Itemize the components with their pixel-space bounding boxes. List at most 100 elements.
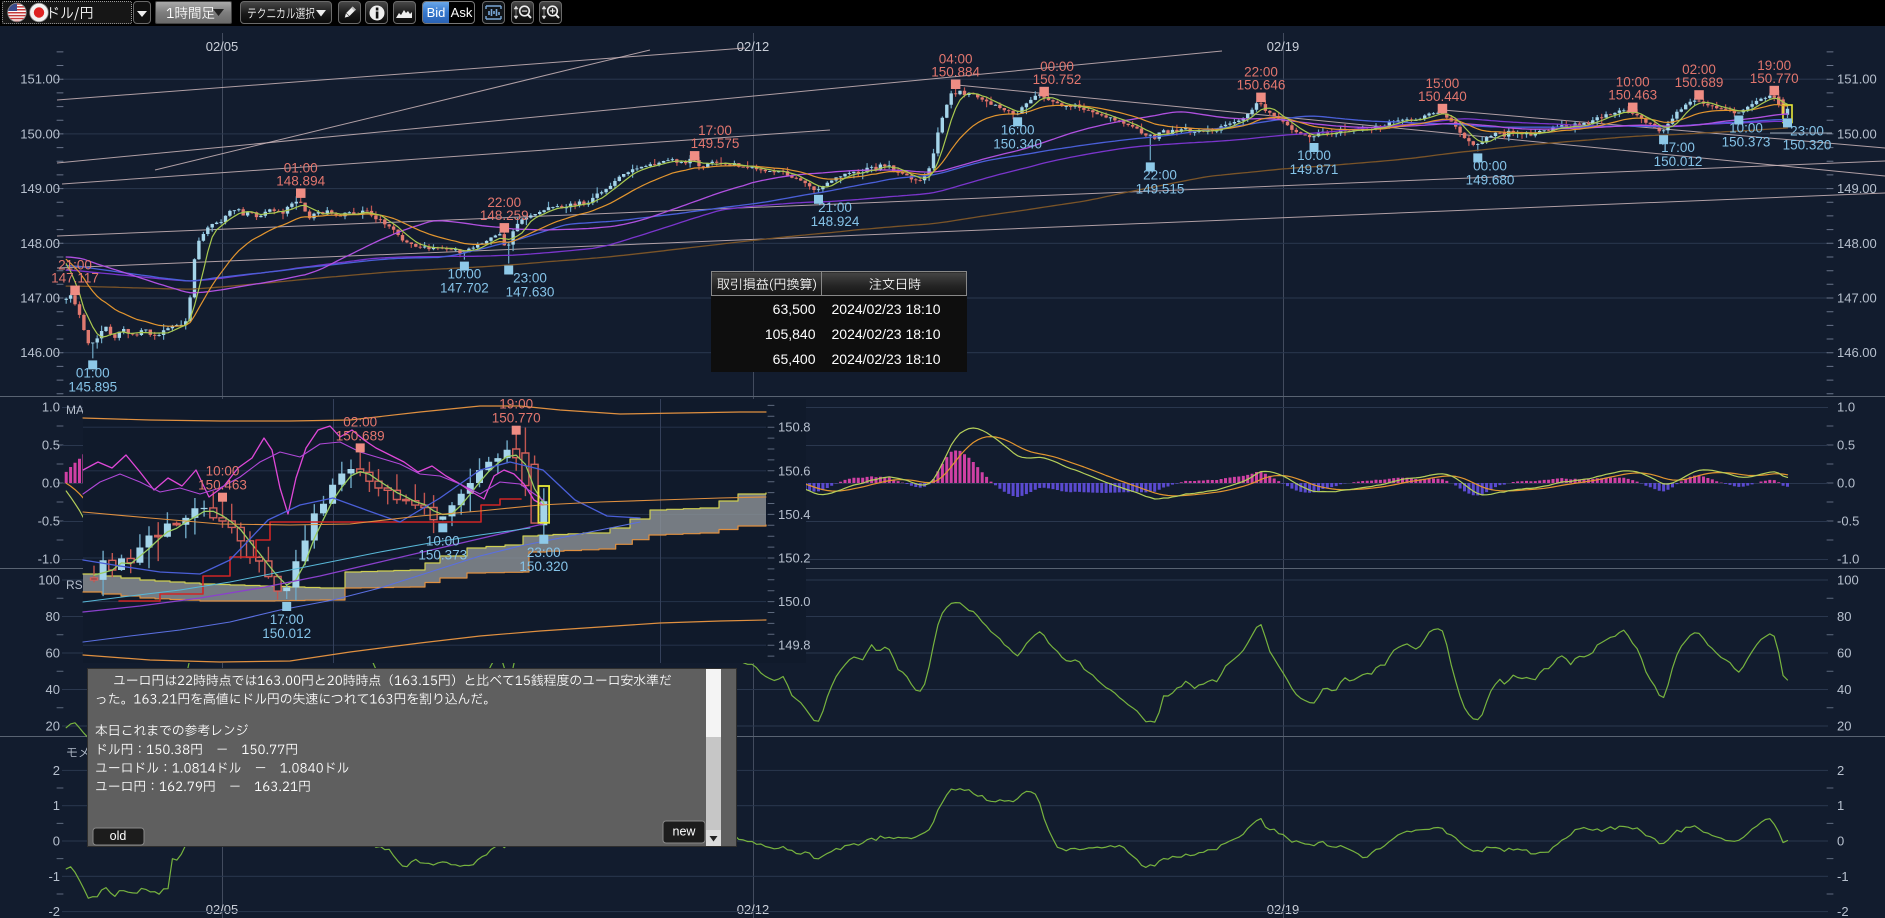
svg-text:02/12: 02/12 bbox=[737, 902, 770, 917]
svg-text:80: 80 bbox=[46, 609, 60, 624]
svg-text:150.463: 150.463 bbox=[198, 478, 247, 493]
svg-text:150.440: 150.440 bbox=[1418, 89, 1467, 104]
svg-text:-1.0: -1.0 bbox=[1837, 552, 1859, 567]
svg-text:151.00: 151.00 bbox=[20, 72, 60, 87]
svg-text:147.00: 147.00 bbox=[20, 291, 60, 306]
svg-text:-1: -1 bbox=[1837, 869, 1849, 884]
svg-text:16:00: 16:00 bbox=[1001, 122, 1035, 137]
svg-text:02/05: 02/05 bbox=[206, 39, 239, 54]
svg-text:150.4: 150.4 bbox=[778, 507, 811, 522]
svg-text:147.630: 147.630 bbox=[506, 285, 555, 300]
svg-text:-0.5: -0.5 bbox=[1837, 514, 1859, 529]
svg-text:02:00: 02:00 bbox=[343, 414, 377, 429]
svg-text:-2: -2 bbox=[48, 904, 60, 918]
svg-text:17:00: 17:00 bbox=[270, 612, 304, 627]
svg-text:-0.5: -0.5 bbox=[38, 514, 60, 529]
svg-text:150.00: 150.00 bbox=[20, 126, 60, 141]
svg-text:150.320: 150.320 bbox=[519, 559, 568, 574]
svg-text:0.0: 0.0 bbox=[42, 476, 60, 491]
svg-text:150.373: 150.373 bbox=[418, 547, 467, 562]
svg-text:147.702: 147.702 bbox=[440, 281, 489, 296]
svg-text:+: + bbox=[550, 7, 556, 18]
svg-text:old: old bbox=[110, 829, 127, 843]
svg-text:150.00: 150.00 bbox=[1837, 126, 1877, 141]
svg-text:150.012: 150.012 bbox=[262, 626, 311, 641]
svg-text:0.0: 0.0 bbox=[1837, 476, 1855, 491]
svg-text:150.752: 150.752 bbox=[1033, 72, 1082, 87]
svg-text:02/19: 02/19 bbox=[1267, 39, 1300, 54]
svg-text:22:00: 22:00 bbox=[1143, 167, 1177, 182]
svg-text:150.6: 150.6 bbox=[778, 463, 811, 478]
svg-text:0: 0 bbox=[53, 834, 60, 849]
svg-text:150.770: 150.770 bbox=[1750, 71, 1799, 86]
svg-text:02/12: 02/12 bbox=[737, 39, 770, 54]
svg-text:149.515: 149.515 bbox=[1136, 181, 1185, 196]
svg-text:148.259: 148.259 bbox=[480, 208, 529, 223]
svg-text:10:00: 10:00 bbox=[448, 267, 482, 282]
svg-text:149.8: 149.8 bbox=[778, 638, 811, 653]
svg-text:20: 20 bbox=[46, 719, 60, 734]
svg-text:146.00: 146.00 bbox=[1837, 345, 1877, 360]
svg-text:146.00: 146.00 bbox=[20, 345, 60, 360]
svg-text:-1: -1 bbox=[48, 869, 60, 884]
svg-text:148.00: 148.00 bbox=[1837, 236, 1877, 251]
svg-text:10:00: 10:00 bbox=[1729, 121, 1763, 136]
svg-text:−: − bbox=[522, 7, 528, 18]
svg-text:150.012: 150.012 bbox=[1654, 154, 1703, 169]
svg-text:150.2: 150.2 bbox=[778, 551, 811, 566]
svg-text:01:00: 01:00 bbox=[76, 365, 110, 380]
svg-text:10:00: 10:00 bbox=[1297, 148, 1331, 163]
svg-text:60: 60 bbox=[46, 646, 60, 661]
svg-text:60: 60 bbox=[1837, 646, 1851, 661]
svg-text:150.373: 150.373 bbox=[1722, 135, 1771, 150]
svg-text:150.463: 150.463 bbox=[1608, 88, 1657, 103]
svg-text:150.646: 150.646 bbox=[1237, 78, 1286, 93]
svg-text:1.0: 1.0 bbox=[1837, 400, 1855, 415]
svg-text:150.340: 150.340 bbox=[993, 136, 1042, 151]
svg-text:151.00: 151.00 bbox=[1837, 72, 1877, 87]
svg-text:-2: -2 bbox=[1837, 904, 1849, 918]
svg-text:-1.0: -1.0 bbox=[38, 552, 60, 567]
svg-text:150.8: 150.8 bbox=[778, 420, 811, 435]
svg-text:00:00: 00:00 bbox=[1473, 158, 1507, 173]
svg-text:148.00: 148.00 bbox=[20, 236, 60, 251]
svg-text:23:00: 23:00 bbox=[527, 545, 561, 560]
svg-text:145.895: 145.895 bbox=[68, 379, 117, 394]
svg-text:1: 1 bbox=[1837, 798, 1844, 813]
svg-text:150.320: 150.320 bbox=[1783, 137, 1832, 152]
svg-text:02/05: 02/05 bbox=[206, 902, 239, 917]
svg-text:1.0: 1.0 bbox=[42, 400, 60, 415]
svg-text:80: 80 bbox=[1837, 609, 1851, 624]
svg-text:17:00: 17:00 bbox=[1661, 140, 1695, 155]
svg-text:21:00: 21:00 bbox=[818, 200, 852, 215]
svg-text:new: new bbox=[673, 825, 697, 839]
svg-text:150.884: 150.884 bbox=[931, 65, 980, 80]
svg-text:0.5: 0.5 bbox=[1837, 438, 1855, 453]
svg-text:150.0: 150.0 bbox=[778, 594, 811, 609]
svg-text:150.689: 150.689 bbox=[1675, 75, 1724, 90]
svg-text:19:00: 19:00 bbox=[499, 397, 533, 412]
svg-text:150.770: 150.770 bbox=[492, 411, 541, 426]
svg-text:100: 100 bbox=[1837, 573, 1859, 588]
svg-text:150.689: 150.689 bbox=[336, 428, 385, 443]
svg-text:23:00: 23:00 bbox=[1790, 123, 1824, 138]
svg-text:10:00: 10:00 bbox=[206, 464, 240, 479]
svg-text:10:00: 10:00 bbox=[426, 533, 460, 548]
svg-text:149.680: 149.680 bbox=[1466, 172, 1515, 187]
svg-text:2: 2 bbox=[1837, 763, 1844, 778]
svg-text:40: 40 bbox=[1837, 682, 1851, 697]
svg-text:40: 40 bbox=[46, 682, 60, 697]
svg-text:148.894: 148.894 bbox=[276, 173, 325, 188]
svg-text:2: 2 bbox=[53, 763, 60, 778]
svg-text:20: 20 bbox=[1837, 719, 1851, 734]
svg-text:100: 100 bbox=[38, 573, 60, 588]
svg-text:0: 0 bbox=[1837, 834, 1844, 849]
svg-text:149.871: 149.871 bbox=[1290, 162, 1339, 177]
svg-text:147.00: 147.00 bbox=[1837, 291, 1877, 306]
svg-text:02/19: 02/19 bbox=[1267, 902, 1300, 917]
svg-text:1: 1 bbox=[53, 798, 60, 813]
svg-text:147.117: 147.117 bbox=[51, 271, 99, 286]
svg-text:148.924: 148.924 bbox=[811, 214, 860, 229]
svg-text:149.575: 149.575 bbox=[691, 136, 740, 151]
svg-text:149.00: 149.00 bbox=[20, 181, 60, 196]
